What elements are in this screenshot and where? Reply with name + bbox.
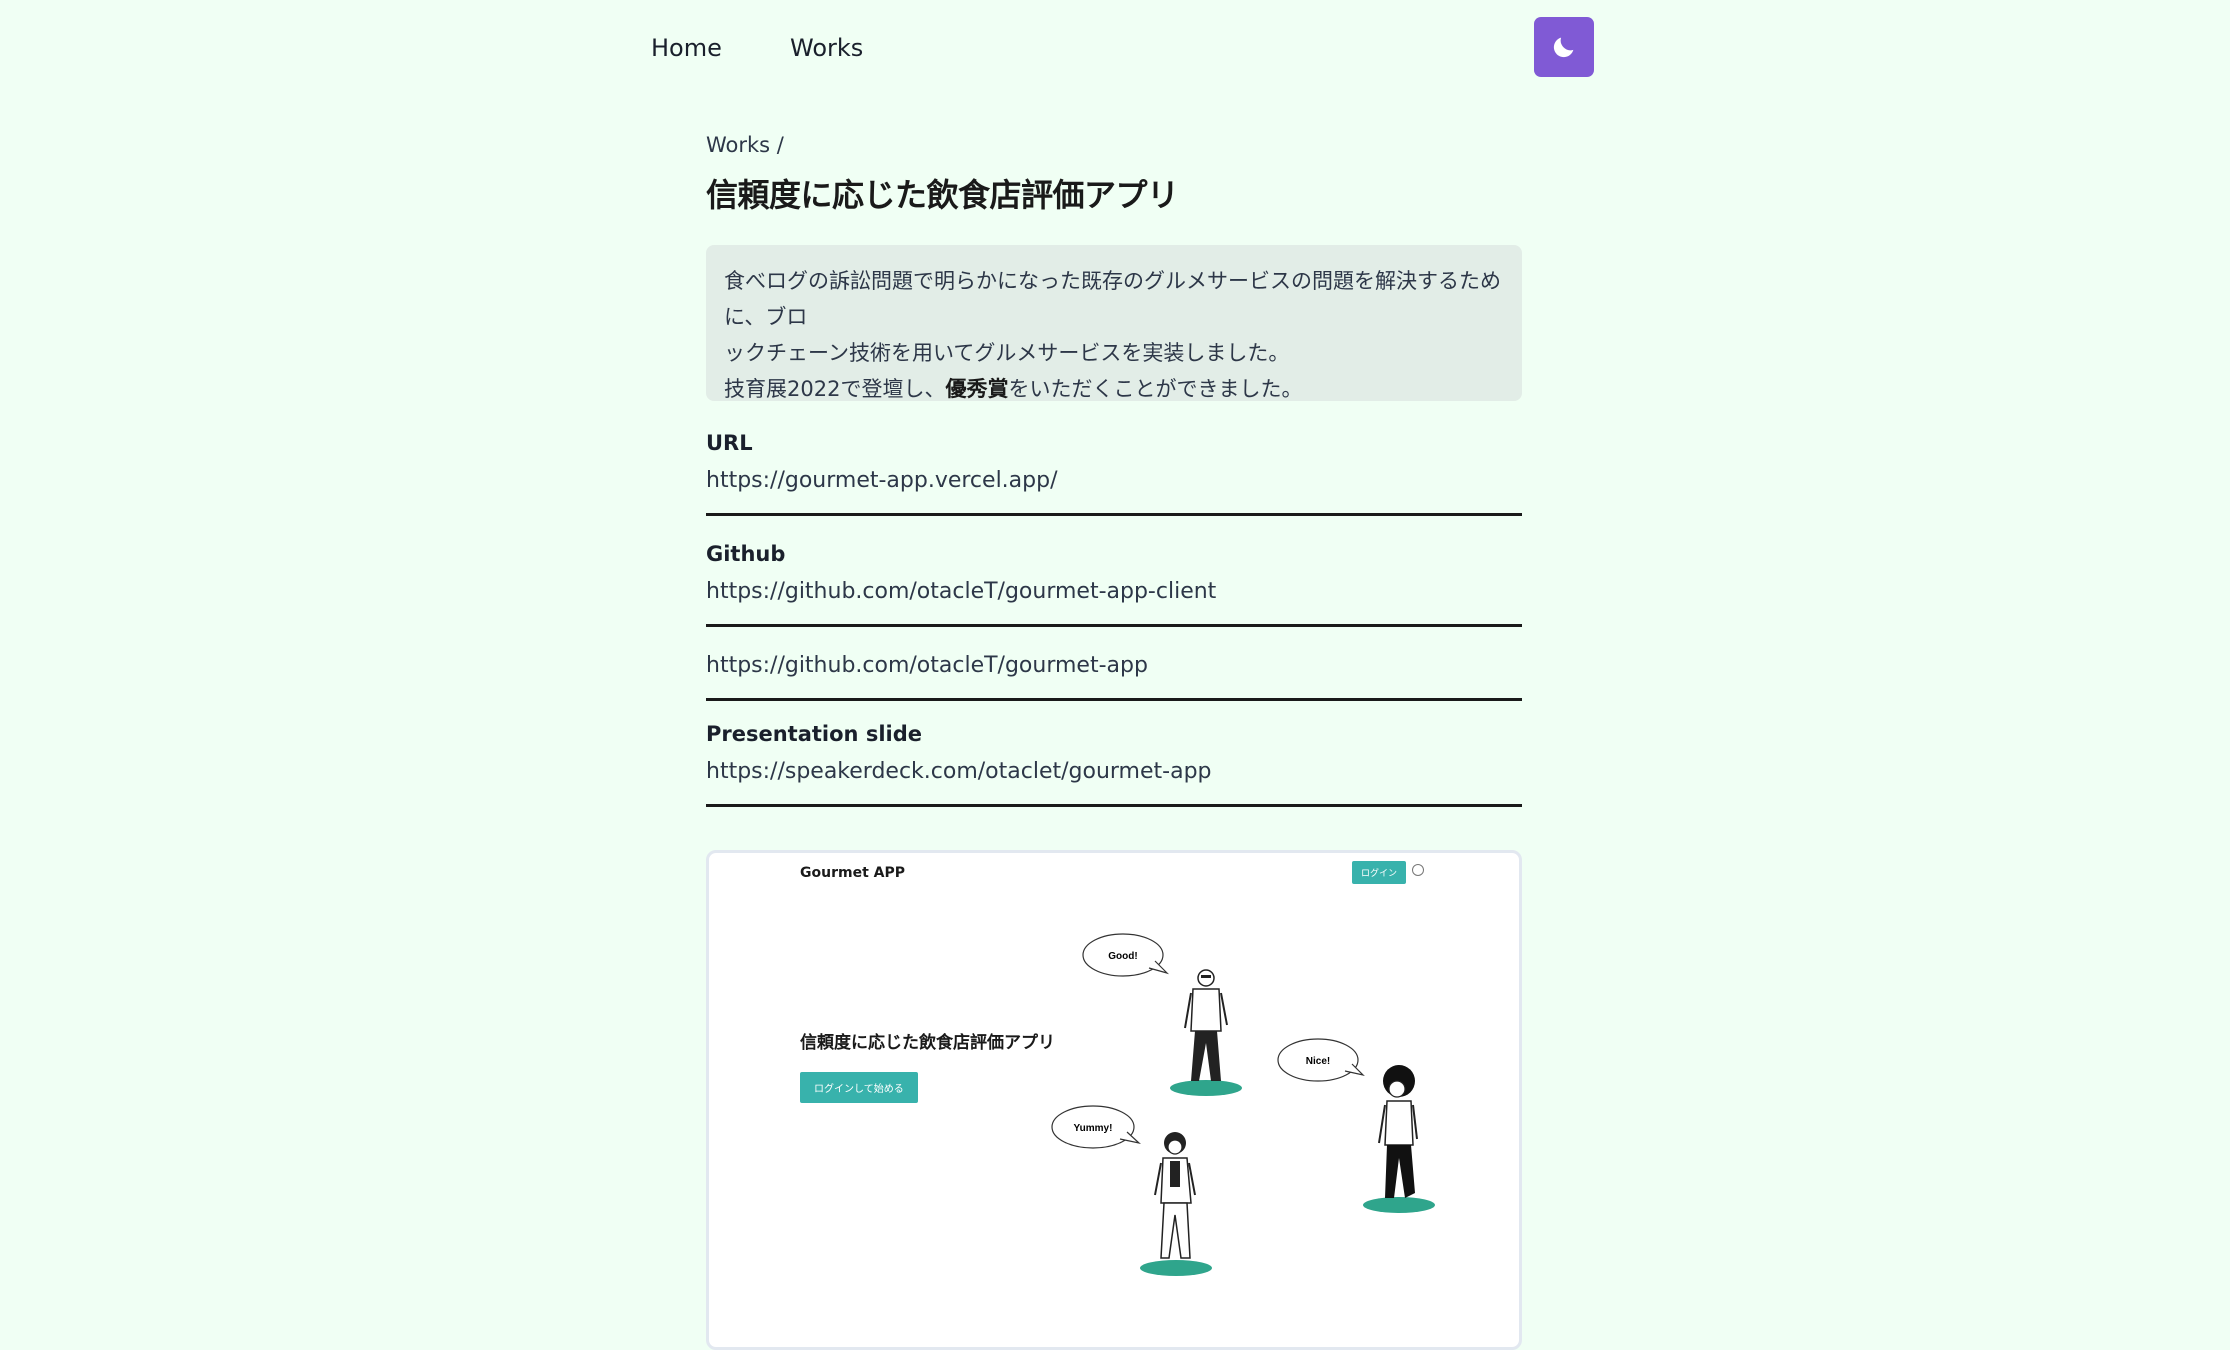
- url-link[interactable]: https://gourmet-app.vercel.app/: [706, 457, 1522, 516]
- url-label: URL: [706, 431, 753, 455]
- bubble-good-text: Good!: [1108, 951, 1137, 962]
- theme-toggle-button[interactable]: [1534, 17, 1594, 77]
- github-section-2: https://github.com/otacleT/gourmet-app: [706, 652, 1522, 701]
- speech-bubble-yummy: Yummy!: [1051, 1105, 1142, 1149]
- bubble-yummy-text: Yummy!: [1074, 1123, 1113, 1134]
- person-2: [1363, 1065, 1435, 1213]
- person-3: [1140, 1132, 1212, 1276]
- nav-works-link[interactable]: Works: [790, 30, 863, 66]
- slide-label: Presentation slide: [706, 722, 922, 746]
- moon-icon: [1553, 37, 1574, 58]
- speech-bubble-nice: Nice!: [1277, 1038, 1365, 1082]
- description-text: をいただくことができました。: [1008, 377, 1303, 401]
- github-label: Github: [706, 542, 786, 566]
- github-contract-link[interactable]: https://github.com/otacleT/gourmet-app: [706, 652, 1522, 701]
- description-text: 技育展2022で登壇し、: [724, 377, 946, 401]
- description-line-3: 技育展2022で登壇し、優秀賞をいただくことができました。: [724, 371, 1504, 407]
- description-box: 食べログの訴訟問題で明らかになった既存のグルメサービスの問題を解決するために、ブ…: [706, 245, 1522, 401]
- breadcrumb[interactable]: Works /: [706, 125, 1522, 165]
- bubble-nice-text: Nice!: [1306, 1056, 1330, 1067]
- slide-link[interactable]: https://speakerdeck.com/otaclet/gourmet-…: [706, 748, 1522, 807]
- app-screenshot: Gourmet APP ログイン 信頼度に応じた飲食店評価アプリ ログインして始…: [706, 850, 1522, 1350]
- github-section: Github https://github.com/otacleT/gourme…: [706, 540, 1522, 627]
- work-detail: Works / 信頼度に応じた飲食店評価アプリ 食べログの訴訟問題で明らかになっ…: [706, 125, 1522, 1350]
- top-nav: Home Works: [0, 0, 2230, 100]
- slide-section: Presentation slide https://speakerdeck.c…: [706, 720, 1522, 807]
- description-line-2: ックチェーン技術を用いてグルメサービスを実装しました。: [724, 341, 1290, 365]
- page-title: 信頼度に応じた飲食店評価アプリ: [706, 176, 1179, 214]
- people-illustration: Good! Nice! Yummy!: [1051, 933, 1435, 1276]
- award-text: 優秀賞: [945, 377, 1009, 401]
- description-line-1: 食べログの訴訟問題で明らかになった既存のグルメサービスの問題を解決するために、ブ…: [724, 269, 1501, 329]
- url-section: URL https://gourmet-app.vercel.app/: [706, 429, 1522, 516]
- person-1: [1170, 969, 1242, 1096]
- speech-bubble-good: Good!: [1082, 933, 1170, 977]
- github-client-link[interactable]: https://github.com/otacleT/gourmet-app-c…: [706, 568, 1522, 627]
- nav-home-link[interactable]: Home: [651, 30, 722, 66]
